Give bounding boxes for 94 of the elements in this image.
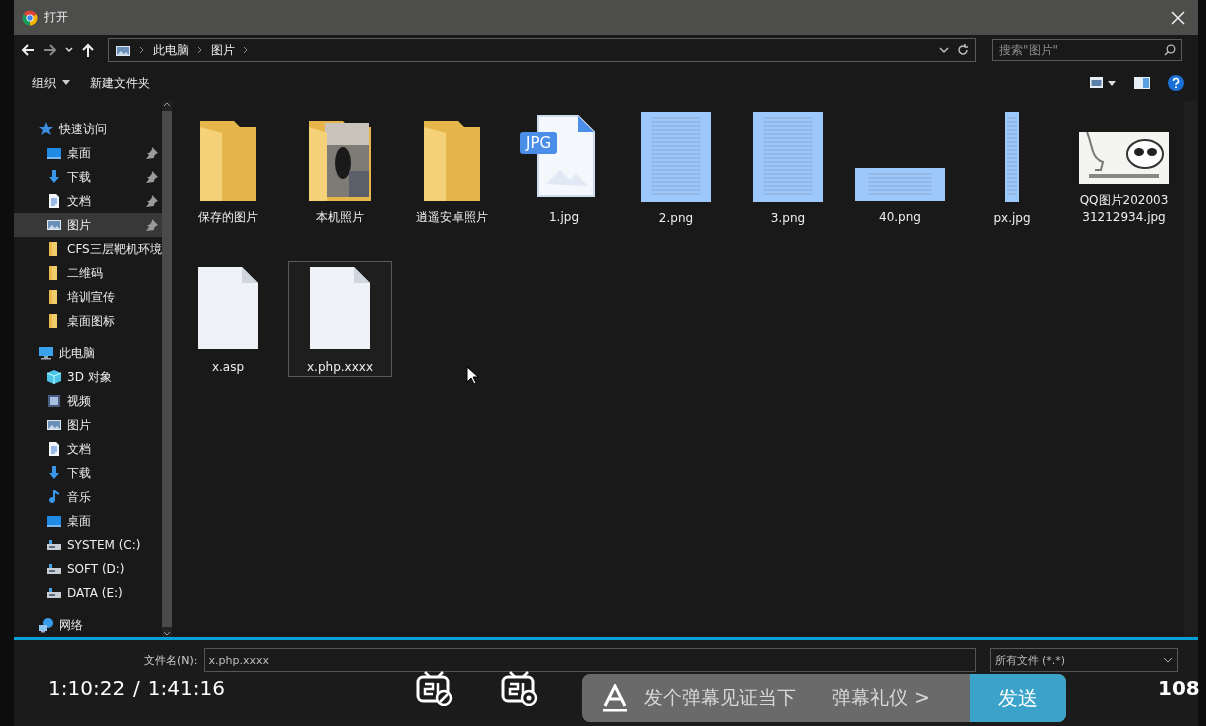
file-item[interactable]: 保存的图片	[176, 111, 280, 227]
nav-item[interactable]: 此电脑	[14, 341, 162, 365]
nav-item[interactable]: 下载	[14, 461, 162, 485]
doc-icon	[46, 193, 62, 209]
file-type-dropdown[interactable]: 所有文件 (*.*)	[989, 648, 1178, 672]
nav-item[interactable]: 3D 对象	[14, 365, 162, 389]
text-style-icon[interactable]	[602, 684, 628, 712]
recent-dropdown-button[interactable]	[64, 45, 74, 55]
file-item[interactable]: 40.png	[848, 111, 952, 227]
drive-icon	[46, 537, 62, 553]
drive-icon	[46, 561, 62, 577]
nav-item[interactable]: 桌面	[14, 141, 162, 165]
danmaku-settings-icon[interactable]	[500, 670, 538, 706]
nav-item[interactable]: 图片	[14, 213, 162, 237]
chevron-icon	[197, 46, 203, 54]
breadcrumb[interactable]: 此电脑	[153, 41, 189, 59]
scrollbar[interactable]	[161, 101, 172, 637]
caret-icon	[62, 80, 70, 86]
total-time: 1:41:16	[147, 676, 225, 700]
up-button[interactable]	[80, 42, 96, 58]
file-item[interactable]: QQ图片20200331212934.jpg	[1072, 111, 1176, 227]
desktop-icon	[46, 513, 62, 529]
nav-item[interactable]: SOFT (D:)	[14, 557, 162, 581]
danmaku-etiquette-link[interactable]: 弹幕礼仪 >	[832, 685, 930, 711]
mouse-cursor-icon	[466, 366, 478, 385]
file-item[interactable]: 本机照片	[288, 111, 392, 227]
pc-icon	[38, 345, 54, 361]
nav-item[interactable]: 图片	[14, 413, 162, 437]
back-button[interactable]	[20, 42, 36, 58]
nav-item[interactable]: 桌面图标	[14, 309, 162, 333]
blank-file-icon	[196, 265, 260, 351]
file-item[interactable]: JPG 1.jpg	[512, 111, 616, 227]
close-icon	[1171, 10, 1185, 25]
file-item[interactable]: 2.png	[624, 111, 728, 227]
blank-file-icon	[308, 265, 372, 351]
file-item[interactable]: 逍遥安卓照片	[400, 111, 504, 227]
quality-label[interactable]: 108	[1158, 676, 1200, 700]
picture-icon	[115, 43, 131, 57]
download-icon	[46, 465, 62, 481]
file-name-field[interactable]: x.php.xxxx	[203, 648, 976, 672]
file-name-label: 文件名(N):	[144, 652, 198, 668]
scroll-down-icon[interactable]	[162, 631, 171, 637]
music-icon	[46, 489, 62, 505]
nav-item[interactable]: 桌面	[14, 509, 162, 533]
file-item[interactable]: 3.png	[736, 111, 840, 227]
scrollbar[interactable]	[1184, 101, 1198, 637]
picture-icon	[46, 417, 62, 433]
file-item[interactable]: x.php.xxxx	[288, 261, 392, 377]
search-icon	[1164, 44, 1176, 56]
nav-item[interactable]: 音乐	[14, 485, 162, 509]
nav-item[interactable]: 视频	[14, 389, 162, 413]
nav-item[interactable]: CFS三层靶机环境	[14, 237, 162, 261]
danmaku-placeholder: 发个弹幕见证当下	[644, 685, 796, 710]
file-item[interactable]: x.asp	[176, 261, 280, 377]
breadcrumb[interactable]: 图片	[211, 41, 235, 59]
nav-item[interactable]: SYSTEM (C:)	[14, 533, 162, 557]
search-field[interactable]: 搜索"图片"	[992, 39, 1182, 61]
refresh-icon[interactable]	[957, 44, 969, 56]
current-time: 1:10:22	[48, 676, 126, 700]
file-type-label: JPG	[520, 132, 558, 154]
danmaku-off-icon[interactable]	[415, 670, 453, 706]
address-bar[interactable]: 此电脑 图片	[108, 38, 976, 62]
nav-item[interactable]: 文档	[14, 189, 162, 213]
star-icon	[38, 121, 54, 137]
download-icon	[46, 169, 62, 185]
forward-button[interactable]	[42, 42, 58, 58]
nav-item[interactable]: 培训宣传	[14, 285, 162, 309]
nav-item[interactable]: 快速访问	[14, 117, 162, 141]
network-icon	[38, 617, 54, 633]
drive-icon	[46, 585, 62, 601]
organize-button[interactable]: 组织	[32, 74, 70, 92]
window-title: 打开	[44, 9, 68, 26]
dropdown-icon[interactable]	[939, 45, 949, 55]
nav-item[interactable]: 文档	[14, 437, 162, 461]
nav-item[interactable]: 网络	[14, 613, 162, 637]
nav-item[interactable]: DATA (E:)	[14, 581, 162, 605]
cube-icon	[46, 369, 62, 385]
new-folder-button[interactable]: 新建文件夹	[90, 74, 150, 92]
doc-icon	[46, 441, 62, 457]
nav-item[interactable]: 二维码	[14, 261, 162, 285]
video-icon	[46, 393, 62, 409]
nav-item[interactable]: 下载	[14, 165, 162, 189]
chevron-icon	[139, 46, 145, 54]
danmaku-input[interactable]: 发个弹幕见证当下 弹幕礼仪 > 发送	[582, 674, 1066, 722]
browser-logo-icon	[22, 9, 38, 26]
chevron-icon	[243, 46, 249, 54]
scroll-up-icon[interactable]	[162, 101, 171, 107]
file-item[interactable]: px.jpg	[960, 111, 1064, 227]
view-options-icon[interactable]	[1090, 77, 1116, 89]
time-separator: /	[133, 676, 140, 700]
dropdown-icon	[1162, 656, 1173, 664]
picture-icon	[46, 217, 62, 233]
desktop-icon	[46, 145, 62, 161]
help-icon[interactable]	[1168, 75, 1184, 91]
